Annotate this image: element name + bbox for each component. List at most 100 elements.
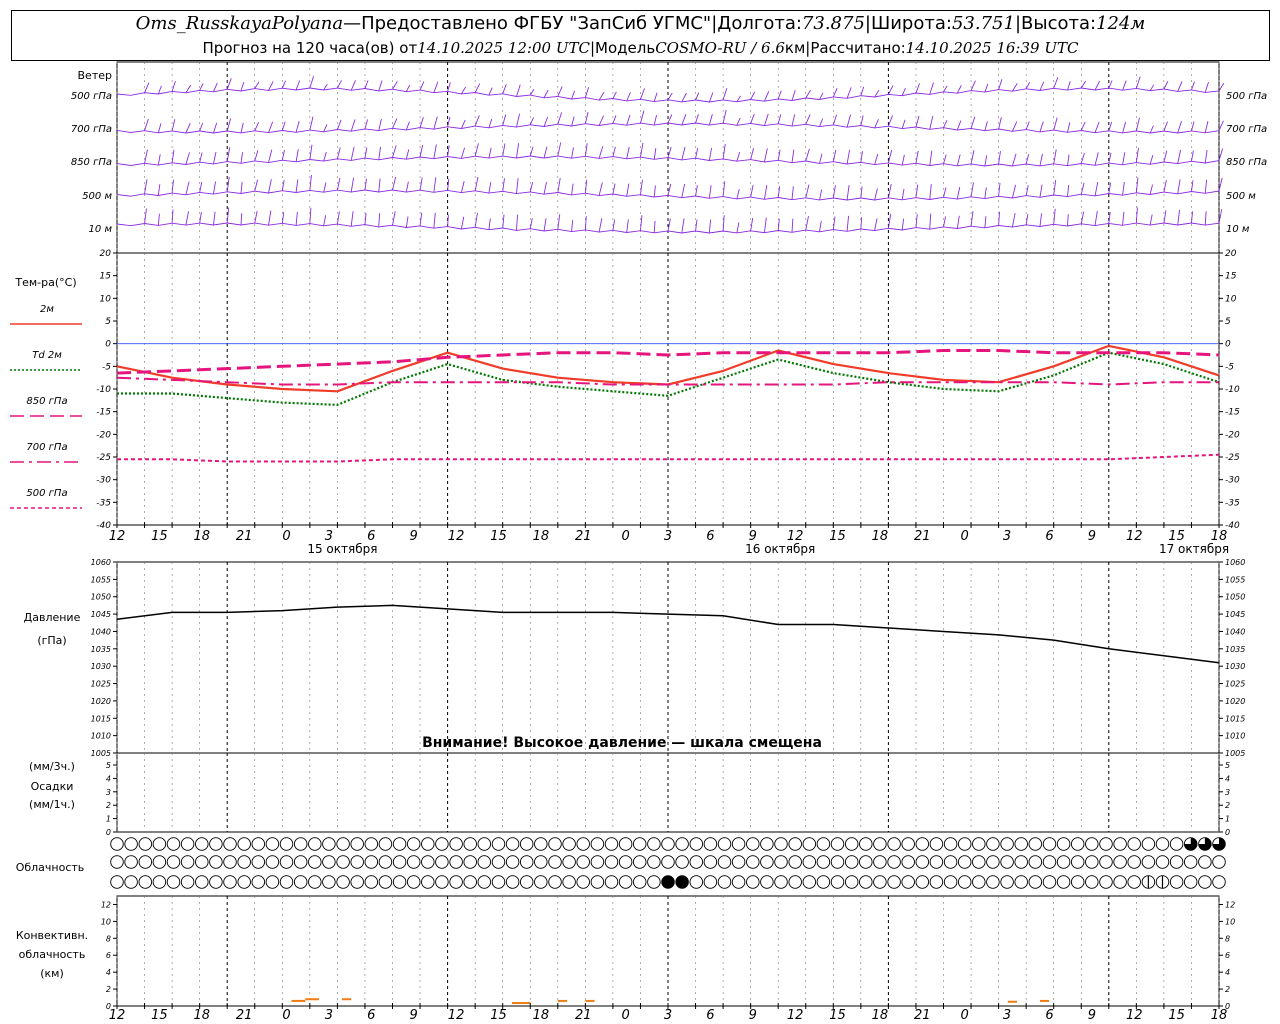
- wind-barb: [516, 143, 520, 159]
- wind-barb: [529, 218, 533, 229]
- wind-barb: [681, 218, 685, 234]
- temp-ytick-right: -20: [1225, 430, 1240, 440]
- wind-barb: [254, 210, 258, 224]
- wind-barb: [502, 178, 505, 192]
- cloud-cell: [632, 875, 647, 889]
- cloud-cell: [293, 855, 308, 869]
- cloud-cell: [1014, 875, 1028, 889]
- cloud-cell: [802, 855, 817, 869]
- cloud-cell: [505, 855, 520, 869]
- cloud-cell: [435, 837, 449, 851]
- time-tick-label: 15: [151, 529, 168, 544]
- wind-barb: [254, 150, 259, 162]
- cloud-cell: [293, 875, 308, 889]
- wind-barb: [281, 149, 285, 161]
- wind-barb: [791, 114, 796, 127]
- cloud-cell: [675, 855, 689, 869]
- cloud-cell: [477, 855, 492, 869]
- cloud-cell: [110, 875, 124, 889]
- wind-barb: [488, 118, 493, 128]
- wind-barb: [1025, 154, 1030, 165]
- wind-barb: [819, 220, 822, 232]
- wind-barb: [1039, 184, 1043, 198]
- wind-barb: [144, 118, 149, 131]
- time-tick-label: 18: [193, 529, 210, 544]
- wind-barb: [309, 116, 314, 131]
- wind-barb: [929, 115, 934, 130]
- wind-barb: [1011, 184, 1017, 199]
- cloud-cell: [265, 837, 280, 851]
- wind-barb: [584, 143, 588, 157]
- wind-barb: [336, 119, 342, 130]
- cloud-cell: [986, 855, 1000, 869]
- wind-barb: [171, 119, 176, 132]
- cloud-cell: [943, 837, 958, 851]
- cloud-cell: [859, 837, 873, 851]
- time-tick-label-bottom: 21: [914, 1008, 931, 1023]
- cloud-cell: [1198, 855, 1212, 869]
- wind-barb: [488, 147, 492, 159]
- pressure-ytick-right: 1050: [1225, 593, 1245, 602]
- wind-barb: [736, 117, 741, 126]
- wind-barb: [1011, 213, 1016, 228]
- pressure-ytick-right: 1005: [1225, 749, 1245, 758]
- cloud-cell: [152, 875, 167, 889]
- cloud-cell: [929, 837, 944, 851]
- cloud-cell: [647, 875, 661, 889]
- wind-barb: [185, 122, 191, 134]
- cloud-cell: [110, 855, 124, 869]
- cloud-cell: [746, 875, 760, 889]
- wind-barb: [1163, 150, 1168, 163]
- wind-barb: [722, 109, 727, 124]
- wind-barb: [777, 90, 782, 100]
- wind-barb: [860, 86, 865, 96]
- cloud-cell: [180, 855, 195, 869]
- wind-barb: [722, 87, 728, 101]
- wind-barb: [722, 144, 726, 159]
- pressure-ytick-left: 1010: [91, 732, 111, 741]
- wind-barb: [1135, 207, 1138, 224]
- cloud-cell: [1183, 855, 1198, 869]
- wind-barb: [364, 178, 367, 191]
- wind-barb: [171, 149, 175, 163]
- temp-legend-label-3: 850 гПа: [26, 396, 67, 407]
- cloud-cell: [180, 837, 195, 851]
- pressure-unit: (гПа): [37, 634, 66, 647]
- wind-barb: [1204, 81, 1209, 93]
- meteogram-svg: Ветер 500 гПа 500 гПа 700 гПа 700 гПа 850 гПа…: [10, 61, 1267, 1023]
- wind-barb: [543, 182, 547, 195]
- wind-barb: [212, 211, 216, 226]
- wind-barb: [1149, 125, 1154, 134]
- wind-barb: [268, 210, 272, 226]
- cloud-cell: [873, 855, 887, 869]
- time-tick-label-bottom: 18: [193, 1008, 210, 1023]
- wind-barb: [1053, 208, 1056, 225]
- wind-barb: [460, 119, 466, 129]
- time-tick-label-bottom: 18: [1211, 1008, 1228, 1023]
- wind-barb: [1094, 121, 1100, 133]
- wind-barb: [915, 214, 918, 228]
- wind-barb: [750, 113, 755, 124]
- cloud-cell: [632, 837, 647, 851]
- wind-barb: [502, 114, 507, 126]
- wind-barb: [667, 92, 673, 101]
- cloud-cell: [477, 837, 492, 851]
- time-tick-label-bottom: 3: [664, 1008, 672, 1023]
- wind-barb: [336, 211, 340, 225]
- wind-barb: [777, 149, 781, 161]
- cloud-cell: [265, 855, 280, 869]
- conv-unit: (км): [40, 967, 64, 980]
- wind-barb: [144, 179, 148, 194]
- cloud-cell: [421, 837, 435, 851]
- wind-barb: [1204, 149, 1208, 164]
- cloud-cell: [1070, 855, 1085, 869]
- cloud-cell: [1000, 875, 1014, 889]
- wind-barb: [433, 144, 437, 159]
- wind-barb: [474, 115, 480, 127]
- cloud-cell: [1056, 875, 1071, 889]
- wind-barb: [557, 86, 563, 97]
- wind-barb: [460, 86, 467, 95]
- cloud-cell: [209, 855, 223, 869]
- cloud-cell: [986, 875, 1000, 889]
- wind-barb: [984, 121, 988, 131]
